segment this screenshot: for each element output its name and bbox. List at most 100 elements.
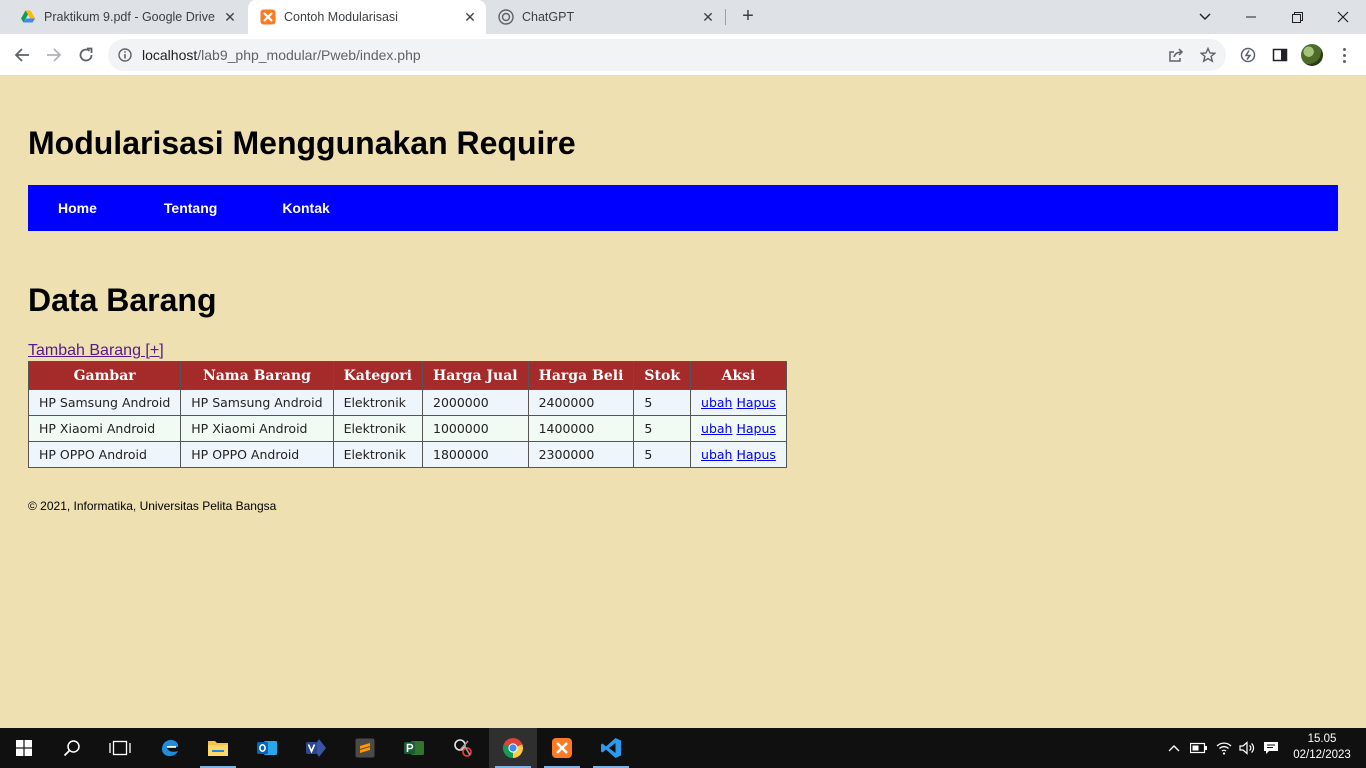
edit-link[interactable]: ubah xyxy=(701,447,732,462)
cell-gambar: HP OPPO Android xyxy=(27,441,182,468)
edge-icon[interactable] xyxy=(146,728,194,768)
table-header-row: Gambar Nama Barang Kategori Harga Jual H… xyxy=(27,361,787,390)
side-panel-icon[interactable] xyxy=(1267,42,1293,68)
close-tab-icon[interactable]: ✕ xyxy=(700,9,716,26)
cell-harga-jual: 2000000 xyxy=(422,389,529,416)
column-header: Aksi xyxy=(690,361,787,390)
restore-icon[interactable] xyxy=(1274,0,1320,34)
cell-aksi: ubah Hapus xyxy=(690,441,787,468)
tab-title: ChatGPT xyxy=(522,10,575,24)
tab-title: Contoh Modularisasi xyxy=(284,10,398,24)
task-view-icon[interactable] xyxy=(96,728,144,768)
column-header: Harga Beli xyxy=(527,361,635,390)
table-row: HP Xiaomi Android HP Xiaomi Android Elek… xyxy=(27,415,787,442)
table-row: HP Samsung Android HP Samsung Android El… xyxy=(27,389,787,416)
page-content: Modularisasi Menggunakan Require Home Te… xyxy=(0,77,1366,728)
cell-harga-jual: 1800000 xyxy=(422,441,529,468)
minimize-icon[interactable] xyxy=(1228,0,1274,34)
edit-link[interactable]: ubah xyxy=(701,421,732,436)
cell-kategori: Elektronik xyxy=(332,415,424,442)
vscode-icon[interactable] xyxy=(587,728,635,768)
project-icon[interactable] xyxy=(390,728,438,768)
tab-search-icon[interactable] xyxy=(1182,0,1228,34)
snipping-tool-icon[interactable] xyxy=(439,728,487,768)
cell-kategori: Elektronik xyxy=(332,441,424,468)
sublime-text-icon[interactable] xyxy=(341,728,389,768)
back-icon[interactable] xyxy=(9,42,35,68)
outlook-icon[interactable] xyxy=(243,728,291,768)
tab-contoh-modularisasi[interactable]: Contoh Modularisasi ✕ xyxy=(248,0,486,34)
address-bar[interactable]: localhost/lab9_php_modular/Pweb/index.ph… xyxy=(108,39,1226,71)
delete-link[interactable]: Hapus xyxy=(736,421,775,436)
site-title: Modularisasi Menggunakan Require xyxy=(28,125,576,161)
column-header: Nama Barang xyxy=(180,361,334,390)
url-text: localhost/lab9_php_modular/Pweb/index.ph… xyxy=(142,47,421,63)
google-drive-icon xyxy=(21,10,35,23)
clock-time: 15.05 xyxy=(1307,733,1337,745)
cell-stok: 5 xyxy=(633,389,692,416)
close-window-icon[interactable] xyxy=(1320,0,1366,34)
cell-aksi: ubah Hapus xyxy=(690,415,787,442)
clock-date: 02/12/2023 xyxy=(1293,749,1351,761)
delete-link[interactable]: Hapus xyxy=(736,395,775,410)
site-info-icon[interactable] xyxy=(108,48,142,62)
bookmark-star-icon[interactable] xyxy=(1195,42,1221,68)
url-host: localhost xyxy=(142,47,198,63)
nav-home[interactable]: Home xyxy=(58,200,97,216)
reload-icon[interactable] xyxy=(73,42,99,68)
browser-menu-icon[interactable] xyxy=(1334,42,1354,68)
close-tab-icon[interactable]: ✕ xyxy=(462,9,478,26)
table-row: HP OPPO Android HP OPPO Android Elektron… xyxy=(27,441,787,468)
main-nav: Home Tentang Kontak xyxy=(28,185,1338,231)
nav-tentang[interactable]: Tentang xyxy=(164,200,217,216)
chatgpt-icon xyxy=(498,9,514,25)
windows-start-icon[interactable] xyxy=(0,728,48,768)
profile-avatar[interactable] xyxy=(1301,44,1323,66)
battery-icon[interactable] xyxy=(1188,728,1210,768)
tab-chatgpt[interactable]: ChatGPT ✕ xyxy=(488,0,724,34)
search-icon[interactable] xyxy=(48,728,96,768)
volume-icon[interactable] xyxy=(1236,728,1258,768)
edit-link[interactable]: ubah xyxy=(701,395,732,410)
section-title: Data Barang xyxy=(28,282,217,318)
nav-kontak[interactable]: Kontak xyxy=(282,200,329,216)
tab-separator xyxy=(725,9,726,25)
cell-gambar: HP Samsung Android xyxy=(27,389,182,416)
tab-google-drive[interactable]: Praktikum 9.pdf - Google Drive ✕ xyxy=(10,0,246,34)
cell-harga-jual: 1000000 xyxy=(422,415,529,442)
notification-icon[interactable] xyxy=(1260,728,1282,768)
browser-tab-strip: Praktikum 9.pdf - Google Drive ✕ Contoh … xyxy=(0,0,1366,34)
delete-link[interactable]: Hapus xyxy=(736,447,775,462)
close-tab-icon[interactable]: ✕ xyxy=(222,9,238,26)
cell-harga-beli: 2400000 xyxy=(527,389,635,416)
page-footer: © 2021, Informatika, Universitas Pelita … xyxy=(28,499,277,513)
cell-harga-beli: 2300000 xyxy=(527,441,635,468)
data-table: Gambar Nama Barang Kategori Harga Jual H… xyxy=(27,361,787,468)
cell-harga-beli: 1400000 xyxy=(527,415,635,442)
extensions-icon[interactable] xyxy=(1235,42,1261,68)
chevron-up-icon[interactable] xyxy=(1164,728,1184,768)
system-clock[interactable]: 15.05 02/12/2023 xyxy=(1284,731,1360,763)
wifi-icon[interactable] xyxy=(1213,728,1235,768)
cell-aksi: ubah Hapus xyxy=(690,389,787,416)
cell-nama: HP OPPO Android xyxy=(180,441,334,468)
column-header: Kategori xyxy=(332,361,424,390)
column-header: Stok xyxy=(633,361,692,390)
browser-toolbar: localhost/lab9_php_modular/Pweb/index.ph… xyxy=(0,34,1366,76)
forward-icon[interactable] xyxy=(41,42,67,68)
chrome-icon[interactable] xyxy=(489,728,537,768)
new-tab-button[interactable]: + xyxy=(737,6,759,28)
share-icon[interactable] xyxy=(1163,42,1189,68)
cell-stok: 5 xyxy=(633,441,692,468)
url-path: /lab9_php_modular/Pweb/index.php xyxy=(197,47,421,63)
visio-icon[interactable] xyxy=(292,728,340,768)
file-explorer-icon[interactable] xyxy=(194,728,242,768)
column-header: Harga Jual xyxy=(422,361,529,390)
cell-stok: 5 xyxy=(633,415,692,442)
cell-nama: HP Samsung Android xyxy=(180,389,334,416)
cell-kategori: Elektronik xyxy=(332,389,424,416)
add-item-link[interactable]: Tambah Barang [+] xyxy=(28,342,164,360)
xampp-icon[interactable] xyxy=(538,728,586,768)
windows-taskbar: 15.05 02/12/2023 xyxy=(0,728,1366,768)
tab-title: Praktikum 9.pdf - Google Drive xyxy=(44,10,215,24)
